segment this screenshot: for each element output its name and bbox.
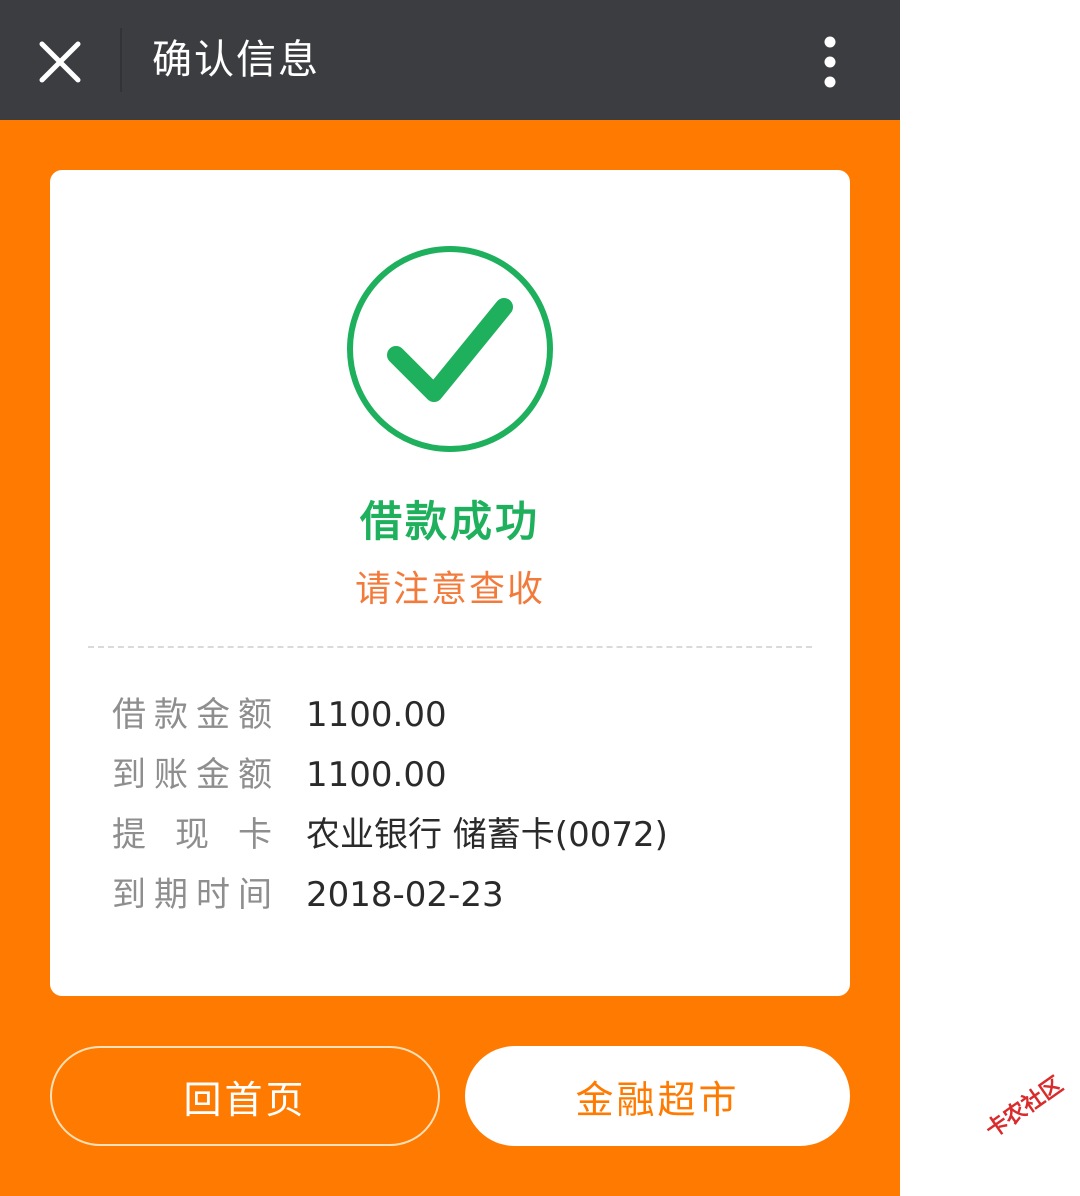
title-bar: 确认信息 <box>0 0 900 120</box>
more-vertical-icon <box>824 36 836 88</box>
status-subtitle: 请注意查收 <box>354 569 545 610</box>
detail-value: 2018-02-23 <box>306 875 504 915</box>
finance-market-button[interactable]: 金融超市 <box>465 1046 850 1146</box>
detail-label: 借款金额 <box>112 695 272 735</box>
close-button[interactable] <box>28 30 92 94</box>
detail-value: 1100.00 <box>306 755 447 795</box>
home-button[interactable]: 回首页 <box>50 1046 440 1146</box>
close-icon <box>39 41 81 83</box>
check-circle-icon <box>347 246 553 452</box>
detail-label: 提现卡 <box>112 815 272 855</box>
app-screen: 确认信息 借款成功 请注意查收 借款金额 1100.00 到账金额 1100.00 … <box>0 0 900 1196</box>
watermark-logo: 卡农社区 <box>981 1072 1068 1144</box>
detail-label: 到期时间 <box>112 875 272 915</box>
more-button[interactable] <box>805 30 855 94</box>
status-title: 借款成功 <box>359 497 540 546</box>
detail-row-due-date: 到期时间 2018-02-23 <box>112 875 504 915</box>
detail-row-loan-amount: 借款金额 1100.00 <box>112 695 447 735</box>
dashed-divider <box>88 646 812 648</box>
detail-value: 农业银行 储蓄卡(0072) <box>306 815 668 855</box>
detail-label: 到账金额 <box>112 755 272 795</box>
page-title: 确认信息 <box>152 37 320 83</box>
result-card: 借款成功 请注意查收 借款金额 1100.00 到账金额 1100.00 提现卡 农业… <box>50 170 850 996</box>
detail-row-received-amount: 到账金额 1100.00 <box>112 755 447 795</box>
detail-row-withdraw-card: 提现卡 农业银行 储蓄卡(0072) <box>112 815 668 855</box>
title-divider <box>120 28 122 92</box>
detail-value: 1100.00 <box>306 695 447 735</box>
